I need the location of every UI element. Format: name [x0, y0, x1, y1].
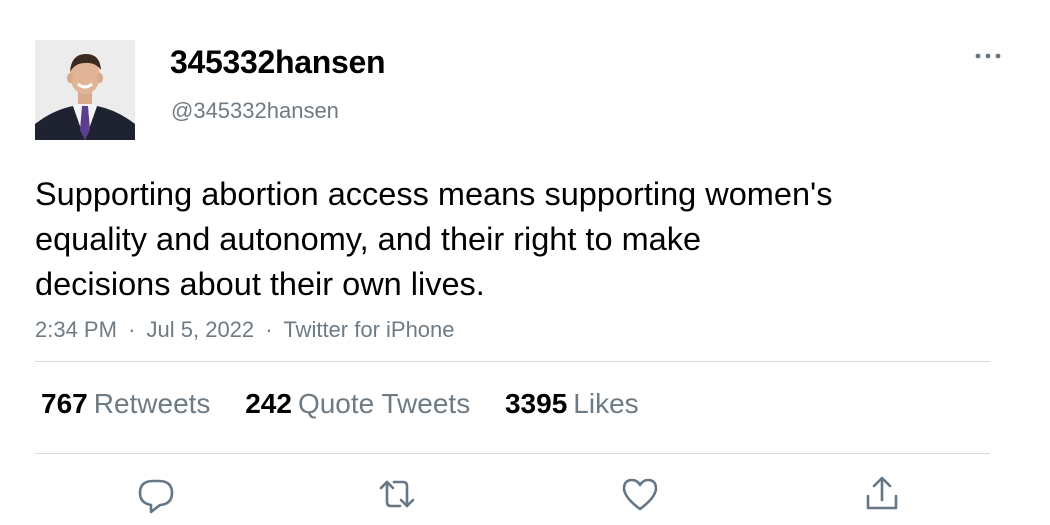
retweet-button[interactable] [377, 474, 417, 514]
tweet-card: 345332hansen @345332hansen Supporting ab… [0, 0, 1050, 525]
retweets-count: 767 [41, 388, 88, 419]
quote-tweets-stat[interactable]: 242 Quote Tweets [245, 388, 470, 420]
display-name[interactable]: 345332hansen [170, 44, 386, 81]
divider [35, 453, 990, 454]
quote-tweets-count: 242 [245, 388, 292, 419]
tweet-text: Supporting abortion access means support… [35, 172, 995, 307]
separator: · [128, 317, 136, 342]
more-options-icon[interactable] [972, 44, 1004, 68]
avatar[interactable] [35, 40, 135, 140]
retweet-icon [379, 480, 415, 508]
tweet-time[interactable]: 2:34 PM [35, 317, 117, 342]
tweet-date[interactable]: Jul 5, 2022 [147, 317, 255, 342]
tweet-text-line: equality and autonomy, and their right t… [35, 221, 702, 257]
likes-stat[interactable]: 3395 Likes [505, 388, 639, 420]
separator: · [265, 317, 273, 342]
tweet-text-line: decisions about their own lives. [35, 266, 485, 302]
retweets-label: Retweets [93, 388, 211, 419]
reply-icon [138, 479, 174, 514]
like-button[interactable] [620, 474, 660, 514]
share-button[interactable] [862, 474, 902, 514]
likes-count: 3395 [504, 388, 568, 419]
like-icon [622, 478, 658, 511]
reply-button[interactable] [136, 474, 176, 514]
quote-tweets-label: Quote Tweets [297, 388, 471, 419]
engagement-stats: 767 Retweets 242 Quote Tweets 3395 Likes [41, 388, 666, 420]
tweet-source[interactable]: Twitter for iPhone [283, 317, 454, 342]
user-handle[interactable]: @345332hansen [171, 98, 339, 124]
profile-photo [35, 40, 135, 140]
likes-label: Likes [573, 388, 639, 419]
divider [35, 361, 990, 362]
tweet-metadata: 2:34 PM · Jul 5, 2022 · Twitter for iPho… [35, 317, 455, 343]
retweets-stat[interactable]: 767 Retweets [41, 388, 210, 420]
tweet-text-line: Supporting abortion access means support… [35, 176, 833, 212]
share-icon [866, 476, 898, 510]
